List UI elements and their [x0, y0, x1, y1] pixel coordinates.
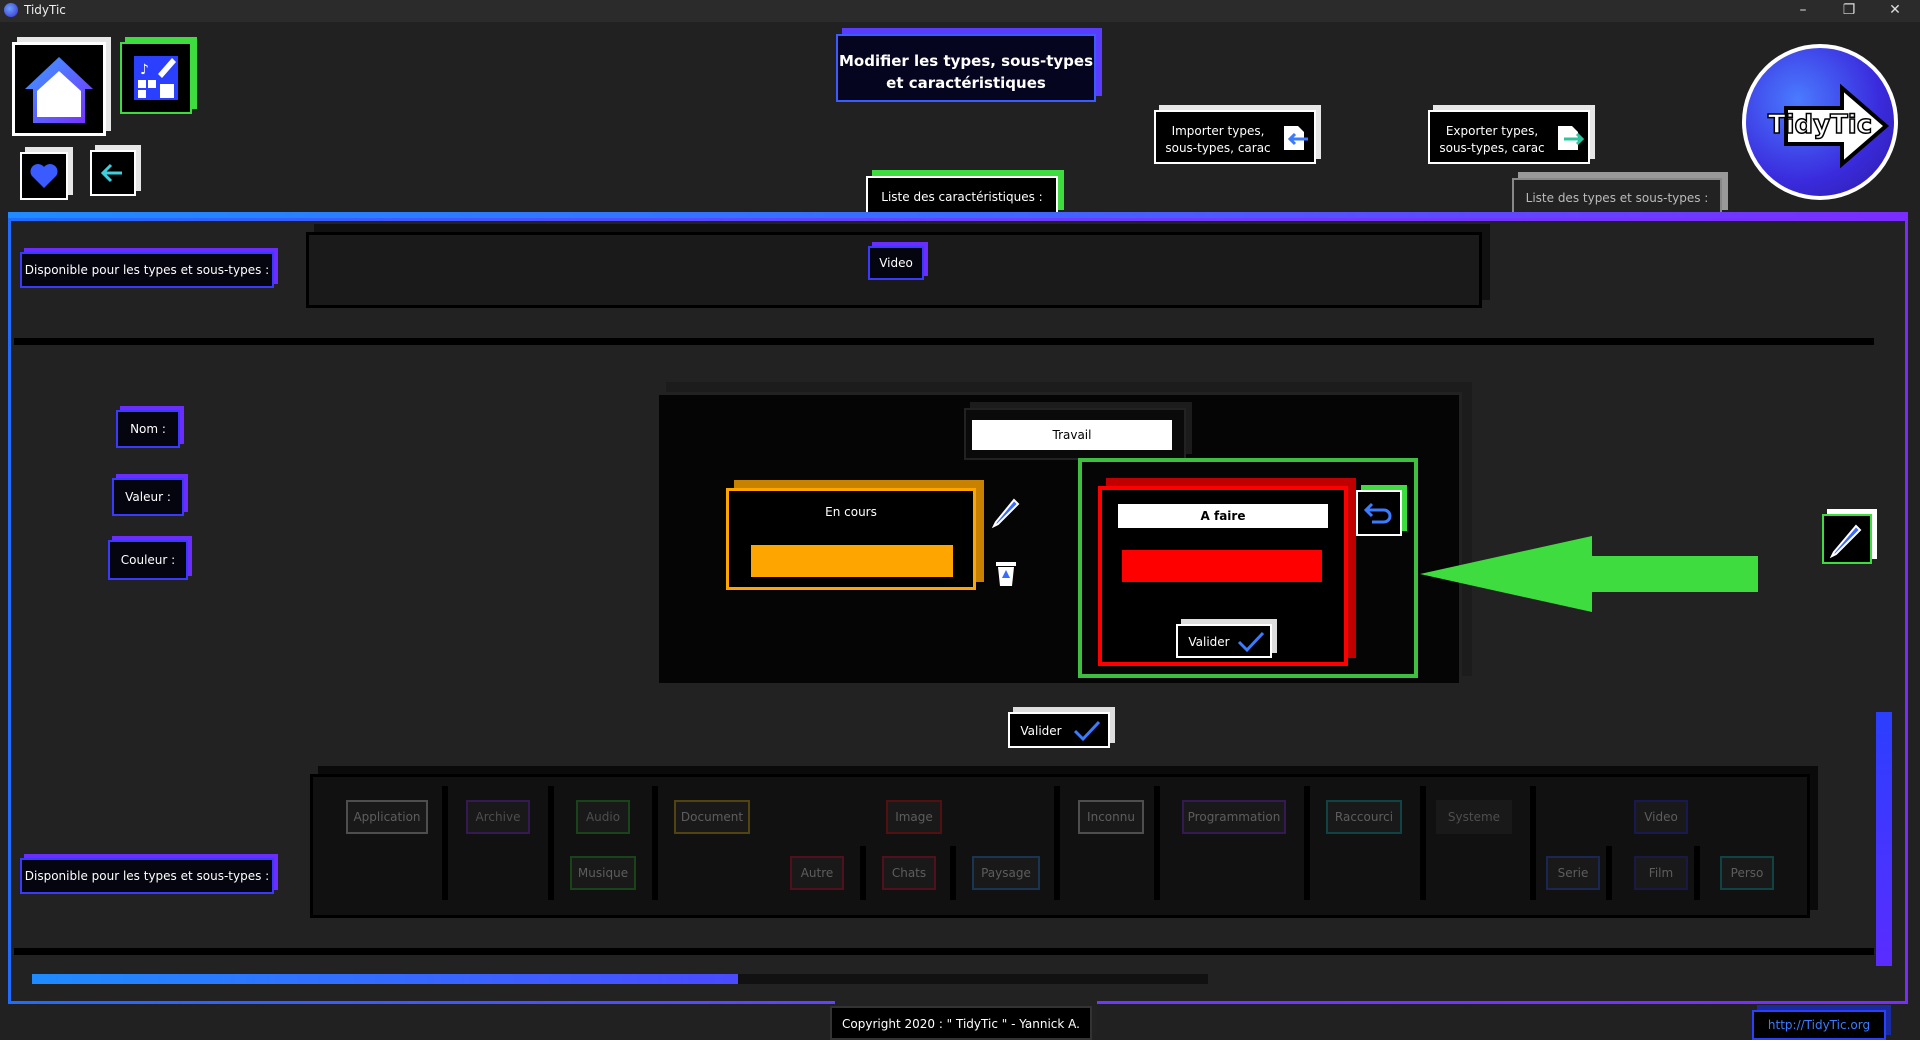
media-manager-button[interactable]: ♪: [120, 42, 192, 114]
maximize-button[interactable]: ❐: [1826, 0, 1872, 22]
home-icon: [25, 57, 93, 123]
chip-video[interactable]: Video: [1634, 800, 1688, 834]
checkmark-icon: [1237, 631, 1265, 653]
app-icon: [4, 3, 18, 17]
chip-musique[interactable]: Musique: [570, 856, 636, 890]
validate-value-button[interactable]: Valider: [1176, 624, 1272, 658]
vertical-scrollbar[interactable]: [1876, 712, 1892, 966]
chip-raccourci[interactable]: Raccourci: [1326, 800, 1402, 834]
pencil-icon: [1829, 524, 1862, 559]
chip-film[interactable]: Film: [1634, 856, 1688, 890]
chip-archive[interactable]: Archive: [466, 800, 530, 834]
chip-image[interactable]: Image: [886, 800, 942, 834]
color-swatch-orange: [751, 545, 953, 577]
name-input[interactable]: Travail: [972, 420, 1172, 450]
separator: [950, 846, 956, 900]
chip-programmation[interactable]: Programmation: [1182, 800, 1286, 834]
home-button[interactable]: [12, 42, 106, 136]
import-label-line2: sous-types, carac: [1165, 141, 1271, 155]
separator: [1054, 786, 1060, 900]
tab-characteristics[interactable]: Liste des caractéristiques :: [866, 176, 1058, 216]
validate-button[interactable]: Valider: [1008, 712, 1110, 748]
value-card-en-cours-label: En cours: [825, 505, 877, 519]
chip-autre[interactable]: Autre: [790, 856, 844, 890]
available-types-label-top: Disponible pour les types et sous-types …: [20, 252, 274, 288]
chip-paysage[interactable]: Paysage: [972, 856, 1040, 890]
page-title-line1: Modifier les types, sous-types: [838, 52, 1094, 70]
checkmark-icon: [1073, 720, 1101, 742]
svg-text:♪: ♪: [140, 62, 149, 78]
divider-top: [14, 338, 1874, 345]
tab-characteristics-label: Liste des caractéristiques :: [881, 190, 1043, 204]
chip-chats[interactable]: Chats: [882, 856, 936, 890]
close-button[interactable]: ✕: [1872, 0, 1918, 22]
copyright-box: Copyright 2020 : " TidyTic " - Yannick A…: [830, 1006, 1092, 1040]
validate-label: Valider: [1020, 724, 1062, 738]
page-title-line2: et caractéristiques: [886, 74, 1046, 92]
copyright-text: Copyright 2020 : " TidyTic " - Yannick A…: [842, 1017, 1080, 1031]
window-title: TidyTic: [24, 3, 66, 17]
separator: [1420, 786, 1426, 900]
website-url: http://TidyTic.org: [1767, 1018, 1871, 1032]
available-types-label-bottom: Disponible pour les types et sous-types …: [20, 858, 274, 894]
color-swatch-red[interactable]: [1122, 550, 1322, 582]
progress-fill: [32, 974, 738, 984]
value-card-a-faire[interactable]: A faire Valider: [1098, 486, 1348, 666]
name-label: Nom :: [116, 410, 180, 448]
separator: [548, 786, 554, 900]
chip-application[interactable]: Application: [346, 800, 428, 834]
minimize-button[interactable]: –: [1780, 0, 1826, 22]
separator: [1304, 786, 1310, 900]
chip-systeme[interactable]: Systeme: [1436, 800, 1512, 834]
export-label-line1: Exporter types,: [1445, 124, 1539, 138]
green-arrow-icon: [1420, 536, 1758, 612]
tab-types-label: Liste des types et sous-types :: [1525, 191, 1709, 205]
favorites-button[interactable]: [20, 152, 68, 200]
progress-track: [32, 974, 1208, 984]
heart-icon: [30, 164, 58, 188]
logo[interactable]: TidyTic: [1742, 44, 1898, 200]
value-card-en-cours[interactable]: En cours: [726, 488, 976, 590]
separator: [652, 786, 658, 900]
edit-pencil-icon[interactable]: [988, 494, 1024, 530]
back-button[interactable]: [90, 150, 136, 196]
separator: [860, 846, 866, 900]
logo-text: TidyTic: [1767, 109, 1873, 141]
separator: [1606, 846, 1612, 900]
undo-button[interactable]: [1356, 490, 1402, 536]
import-label-line1: Importer types,: [1171, 124, 1265, 138]
chip-document[interactable]: Document: [674, 800, 750, 834]
website-link[interactable]: http://TidyTic.org: [1752, 1010, 1886, 1040]
export-button[interactable]: Exporter types, sous-types, carac: [1428, 110, 1590, 164]
color-label: Couleur :: [108, 540, 188, 580]
edit-characteristic-button[interactable]: [1822, 514, 1872, 564]
chip-inconnu[interactable]: Inconnu: [1078, 800, 1144, 834]
delete-trash-icon[interactable]: [990, 556, 1022, 590]
export-icon: [1558, 126, 1584, 150]
undo-icon: [1363, 502, 1392, 524]
import-icon: [1284, 126, 1308, 150]
separator: [1694, 846, 1700, 900]
types-container: [310, 774, 1810, 918]
value-label: Valeur :: [112, 478, 184, 516]
chip-video-top[interactable]: Video: [868, 246, 924, 280]
separator: [1154, 786, 1160, 900]
divider-bottom: [14, 948, 1874, 955]
chip-perso[interactable]: Perso: [1720, 856, 1774, 890]
back-arrow-icon: [100, 163, 122, 183]
media-icon: ♪: [134, 56, 178, 100]
separator: [442, 786, 448, 900]
validate-value-label: Valider: [1188, 635, 1230, 649]
page-title-box: Modifier les types, sous-types et caract…: [836, 34, 1096, 102]
chip-audio[interactable]: Audio: [576, 800, 630, 834]
title-bar: TidyTic – ❐ ✕: [0, 0, 1920, 22]
value-input-a-faire[interactable]: A faire: [1118, 504, 1328, 528]
import-button[interactable]: Importer types, sous-types, carac: [1154, 110, 1316, 164]
chip-serie[interactable]: Serie: [1546, 856, 1600, 890]
export-label-line2: sous-types, carac: [1439, 141, 1545, 155]
tab-types[interactable]: Liste des types et sous-types :: [1512, 178, 1722, 216]
separator: [1530, 786, 1536, 900]
